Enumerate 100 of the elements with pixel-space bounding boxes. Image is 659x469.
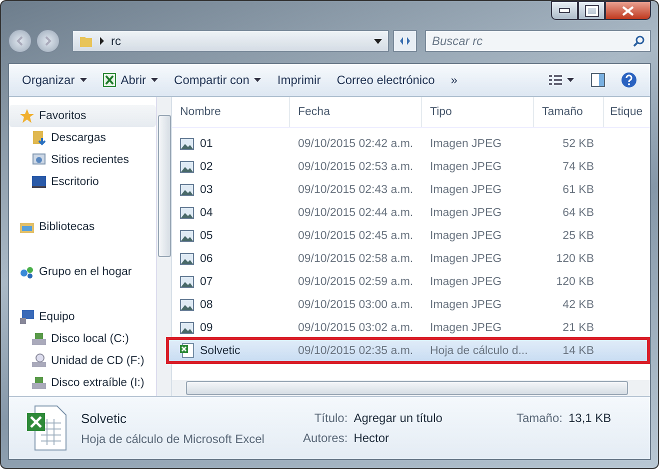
file-row[interactable]: 09 09/10/2015 03:02 a.m. Imagen JPEG 21 KB: [172, 316, 650, 339]
homegroup-icon: [19, 264, 35, 280]
drive-icon: [31, 331, 47, 347]
type-cell-text: Imagen JPEG: [429, 252, 503, 264]
search-icon[interactable]: [633, 35, 645, 47]
caret-icon: [254, 78, 262, 82]
toolbar-button[interactable]: Compartir con: [167, 69, 268, 91]
file-type: Hoja de cálculo de Microsoft Excel: [81, 432, 266, 446]
sidebar-item[interactable]: Disco local (C:): [9, 328, 156, 350]
close-button[interactable]: [605, 1, 651, 20]
property-value[interactable]: Hector: [354, 431, 442, 445]
toolbar-button[interactable]: Imprimir: [270, 69, 328, 91]
downloads-folder-icon: [31, 130, 47, 146]
file-row[interactable]: 08 09/10/2015 03:00 a.m. Imagen JPEG 42 KB: [172, 293, 650, 316]
date-cell-text: 09/10/2015 03:02 a.m.: [297, 322, 414, 334]
date-cell-text: 09/10/2015 03:00 a.m.: [297, 298, 414, 310]
type-cell-text: Imagen JPEG: [429, 298, 503, 310]
spreadsheet-file-icon: [180, 343, 194, 358]
date-cell-text: 09/10/2015 02:45 a.m.: [297, 230, 414, 242]
sidebar-item[interactable]: Equipo: [9, 306, 156, 328]
date-cell-text: 09/10/2015 02:44 a.m.: [297, 206, 414, 218]
file-row[interactable]: 07 09/10/2015 02:59 a.m. Imagen JPEG 120 KB: [172, 270, 650, 293]
property-value[interactable]: Agregar un título: [354, 411, 442, 425]
sidebar-item[interactable]: Sitios recientes: [9, 149, 156, 171]
date-cell-text: 09/10/2015 02:53 a.m.: [297, 160, 414, 172]
monitor-icon: [31, 174, 47, 190]
image-file-icon: [180, 138, 194, 150]
column-header[interactable]: Tipo: [422, 97, 534, 127]
type-cell-text: Imagen JPEG: [429, 138, 503, 150]
file-row[interactable]: 06 09/10/2015 02:58 a.m. Imagen JPEG 120 KB: [172, 247, 650, 270]
image-file-icon: [180, 276, 194, 288]
image-file-icon: [180, 206, 194, 218]
property-label: Tamaño:: [516, 411, 562, 425]
file-row[interactable]: 02 09/10/2015 02:53 a.m. Imagen JPEG 74 KB: [172, 155, 650, 178]
image-file-icon: [180, 230, 194, 242]
sidebar-item[interactable]: Bibliotecas: [9, 216, 156, 238]
size-cell-text: 74 KB: [562, 160, 595, 172]
column-header[interactable]: Etique: [604, 97, 650, 127]
sidebar-item[interactable]: Escritorio: [9, 171, 156, 193]
file-name: 03: [200, 184, 213, 196]
list-view-icon: [549, 74, 575, 86]
horizontal-scrollbar[interactable]: [172, 380, 650, 396]
property-label: Título:: [313, 411, 348, 425]
maximize-button[interactable]: [578, 1, 605, 20]
date-cell-text: 09/10/2015 02:59 a.m.: [297, 276, 414, 288]
back-button[interactable]: [8, 29, 32, 53]
file-name: Solvetic: [81, 410, 128, 426]
address-bar[interactable]: rc: [72, 30, 389, 52]
forward-button[interactable]: [36, 29, 60, 53]
computer-icon: [19, 309, 35, 325]
file-name: 01: [200, 138, 213, 150]
type-cell-text: Imagen JPEG: [429, 206, 503, 218]
type-cell-text: Imagen JPEG: [429, 276, 503, 288]
size-cell-text: 25 KB: [562, 230, 595, 242]
file-row[interactable]: 04 09/10/2015 02:44 a.m. Imagen JPEG 64 KB: [172, 201, 650, 224]
caret-icon: [151, 78, 158, 82]
image-file-icon: [180, 184, 194, 196]
sidebar-item[interactable]: Descargas: [9, 127, 156, 149]
file-row[interactable]: Solvetic 09/10/2015 02:35 a.m. Hoja de cálculo d... 14 KB: [168, 339, 648, 362]
sidebar-item[interactable]: Favoritos: [9, 105, 156, 127]
help-icon: [621, 72, 637, 88]
minimize-button[interactable]: [551, 1, 578, 20]
file-name: 06: [200, 252, 213, 264]
cd-drive-icon: [31, 353, 47, 369]
file-name: 04: [200, 206, 213, 218]
column-header[interactable]: Nombre: [172, 97, 290, 127]
image-file-icon: [180, 252, 194, 264]
size-cell-text: 42 KB: [562, 298, 595, 310]
toolbar-button[interactable]: Organizar: [15, 69, 94, 91]
sidebar-item[interactable]: Unidad de CD (F:): [9, 350, 156, 372]
type-cell-text: Imagen JPEG: [429, 322, 503, 334]
scrollbar[interactable]: [156, 97, 171, 396]
chevron-icon: [99, 37, 105, 45]
date-cell-text: 09/10/2015 02:42 a.m.: [297, 138, 414, 150]
sidebar-item[interactable]: Disco extraíble (I:): [9, 372, 156, 394]
file-row[interactable]: 01 09/10/2015 02:42 a.m. Imagen JPEG 52 KB: [172, 132, 650, 155]
search-field[interactable]: Buscar rc: [425, 30, 651, 52]
dropdown-icon[interactable]: [374, 38, 382, 44]
file-row[interactable]: 03 09/10/2015 02:43 a.m. Imagen JPEG 61 KB: [172, 178, 650, 201]
column-header[interactable]: Tamaño: [534, 97, 604, 127]
star-icon: [19, 108, 35, 124]
file-name: 05: [200, 230, 213, 242]
drive-icon: [31, 375, 47, 391]
spreadsheet-icon: [102, 73, 116, 87]
image-file-icon: [180, 298, 194, 310]
type-cell-text: Hoja de cálculo d...: [429, 344, 529, 356]
toolbar-button[interactable]: Abrir: [96, 69, 166, 91]
column-header[interactable]: Fecha: [290, 97, 422, 127]
breadcrumb[interactable]: rc: [111, 34, 121, 48]
more-button[interactable]: »: [444, 69, 464, 91]
refresh-button[interactable]: [393, 30, 417, 52]
file-name: 09: [200, 322, 213, 334]
size-cell-text: 52 KB: [562, 138, 595, 150]
file-row[interactable]: 05 09/10/2015 02:45 a.m. Imagen JPEG 25 KB: [172, 224, 650, 247]
sidebar-item[interactable]: Grupo en el hogar: [9, 261, 156, 283]
close-icon: [622, 6, 634, 16]
type-cell-text: Imagen JPEG: [429, 160, 503, 172]
preview-pane-icon: [591, 73, 605, 87]
size-cell-text: 120 KB: [555, 252, 595, 264]
toolbar-button[interactable]: Correo electrónico: [330, 69, 442, 91]
